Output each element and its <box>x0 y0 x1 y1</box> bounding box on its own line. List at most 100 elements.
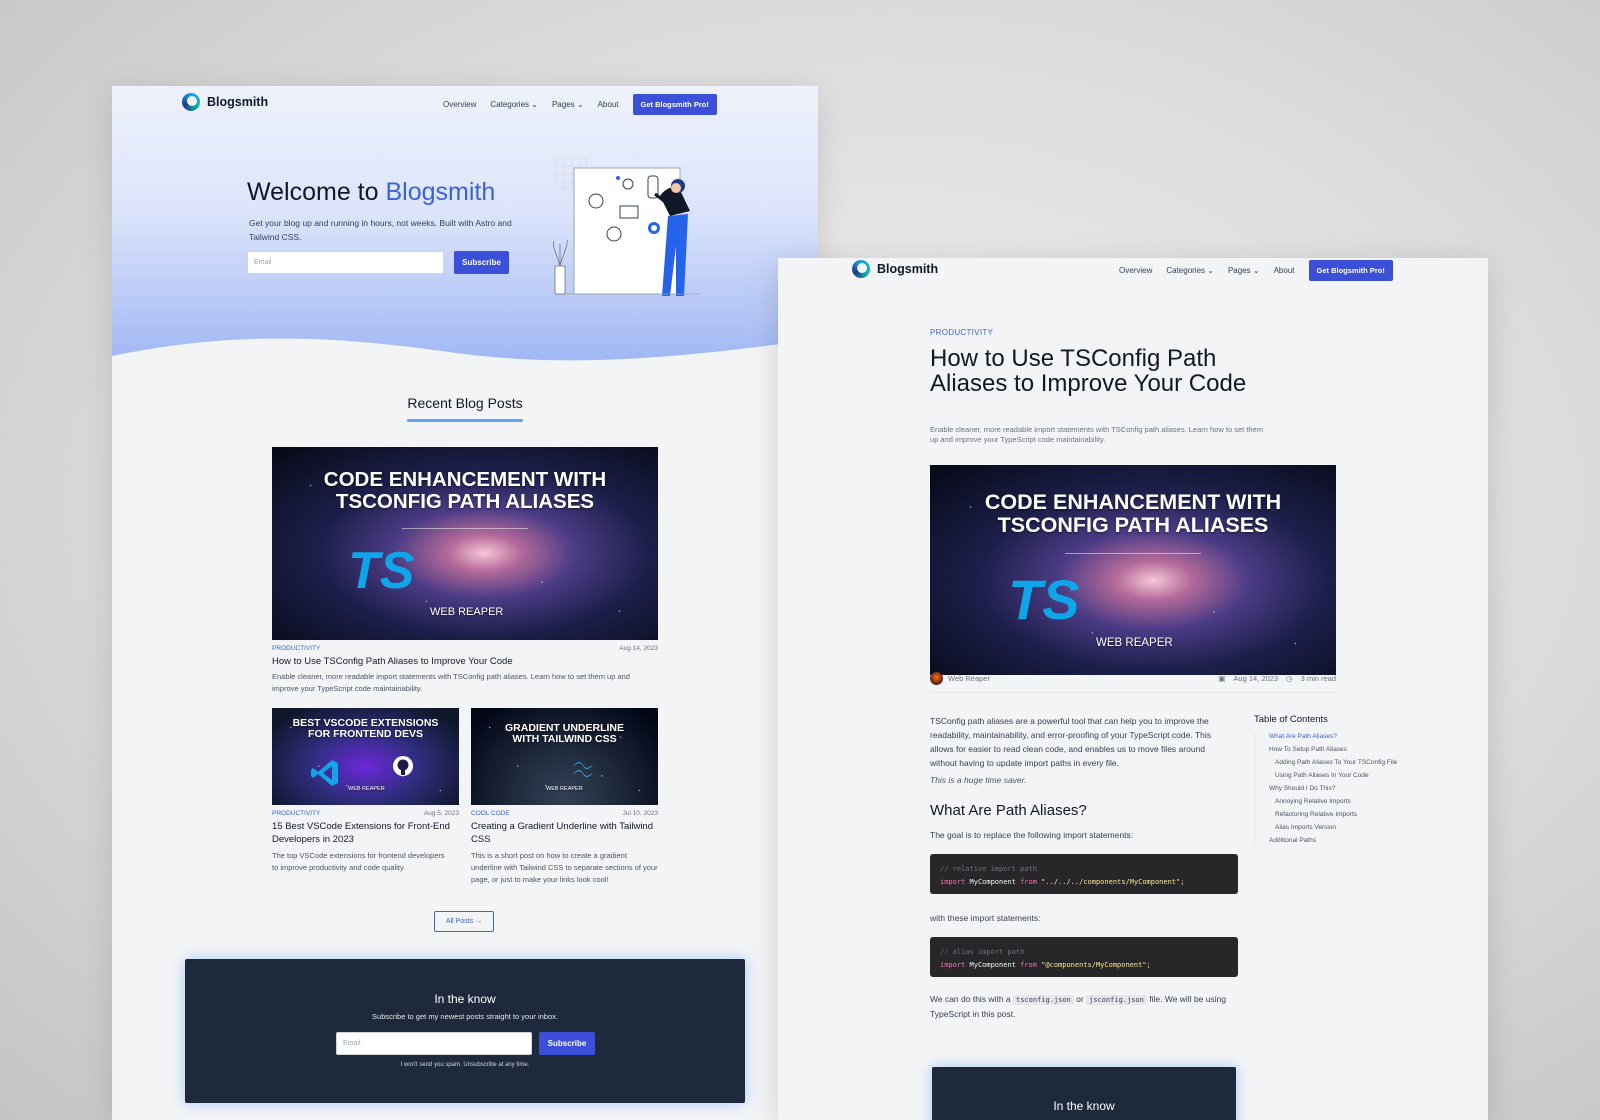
code-2-ident: MyComponent <box>969 961 1016 969</box>
post-with-text: with these import statements: <box>930 913 1041 923</box>
post-author[interactable]: Web Reaper <box>930 672 990 685</box>
post-card-1-meta: PRODUCTIVITY Aug 5, 2023 <box>272 810 459 817</box>
inline-code-jsconfig: jsconfig.json <box>1086 995 1147 1005</box>
recent-posts-title: Recent Blog Posts <box>407 395 523 411</box>
post-image-ts-logo: TS <box>1008 568 1080 631</box>
toc-item-refactoring-relative[interactable]: Refactoring Relative Imports <box>1269 811 1434 820</box>
post-config-text: We can do this with a tsconfig.json or j… <box>930 992 1232 1021</box>
code-2-import: import <box>940 961 966 969</box>
post-card-2-date: Jul 10, 2023 <box>622 810 658 817</box>
post-card-1-description: The top VSCode extensions for frontend d… <box>272 851 445 872</box>
toc-item-additional-paths[interactable]: Additional Paths <box>1269 837 1434 846</box>
code-2-from: from <box>1020 961 1037 969</box>
featured-description: Enable cleaner, more readable import sta… <box>272 672 630 693</box>
hero-subscribe-button[interactable]: Subscribe <box>454 251 509 274</box>
vscode-logo-icon <box>311 760 338 786</box>
featured-image-rule <box>402 528 528 529</box>
clock-icon: ◷ <box>1286 674 1293 683</box>
post-brand[interactable]: Blogsmith <box>852 260 938 278</box>
code-1-line: import MyComponent from "../../../compon… <box>940 876 1228 889</box>
featured-image-ts-logo: TS <box>348 542 415 600</box>
post-byline: Web Reaper ▣ Aug 14, 2023 ◷ 3 min read <box>930 672 1336 685</box>
post-card-2-title[interactable]: Creating a Gradient Underline with Tailw… <box>471 820 658 846</box>
nav-link-overview[interactable]: Overview <box>443 100 476 109</box>
featured-title[interactable]: How to Use TSConfig Path Aliases to Impr… <box>272 655 658 668</box>
post-card-2-image-author: WEB REAPER <box>546 786 583 792</box>
hero-subtitle: Get your blog up and running in hours, n… <box>249 218 512 242</box>
post-top-nav: Blogsmith Overview Categories Pages Abou… <box>778 258 1488 290</box>
post-image-rule <box>1065 553 1201 554</box>
code-block-relative: // relative import path import MyCompone… <box>930 854 1238 894</box>
code-block-alias: // alias import path import MyComponent … <box>930 937 1238 977</box>
post-goal-text: The goal is to replace the following imp… <box>930 830 1134 840</box>
code-1-from: from <box>1020 878 1037 886</box>
post-nav-link-categories[interactable]: Categories <box>1166 266 1214 275</box>
post-card-2-category[interactable]: COOL CODE <box>471 810 510 817</box>
recent-posts-underline <box>407 419 523 422</box>
toc-item-annoying-relative[interactable]: Annoying Relative Imports <box>1269 798 1434 807</box>
post-title: How to Use TSConfig Path Aliases to Impr… <box>930 345 1247 397</box>
post-card-1-title[interactable]: 15 Best VSCode Extensions for Front-End … <box>272 820 459 846</box>
brand[interactable]: Blogsmith <box>182 93 268 111</box>
post-card-2-description: This is a short post on how to create a … <box>471 851 658 884</box>
newsletter-title: In the know <box>434 992 496 1006</box>
post-config-text-1: We can do this with a <box>930 994 1013 1004</box>
toc-list: What Are Path Aliases? How To Setup Path… <box>1254 733 1434 846</box>
post-image-heading: CODE ENHANCEMENT WITH TSCONFIG PATH ALIA… <box>930 491 1336 536</box>
toc-item-why-should-i[interactable]: Why Should I Do This? <box>1269 785 1434 794</box>
post-category[interactable]: PRODUCTIVITY <box>930 328 993 337</box>
nav-link-about[interactable]: About <box>598 100 619 109</box>
post-page-screen: Blogsmith Overview Categories Pages Abou… <box>778 258 1488 1120</box>
post-image-heading-line2: TSCONFIG PATH ALIASES <box>997 512 1269 537</box>
nav-link-categories[interactable]: Categories <box>490 100 538 109</box>
featured-meta: PRODUCTIVITY Aug 14, 2023 <box>272 645 658 652</box>
post-card-1-image-heading: BEST VSCODE EXTENSIONS FOR FRONTEND DEVS <box>272 717 459 740</box>
nav-links: Overview Categories Pages About Get Blog… <box>443 94 717 115</box>
code-1-ident: MyComponent <box>969 878 1016 886</box>
post-hero-image: CODE ENHANCEMENT WITH TSCONFIG PATH ALIA… <box>930 465 1336 675</box>
post-date: Aug 14, 2023 <box>1233 674 1279 683</box>
post-card-1-image-author: WEB REAPER <box>348 786 385 792</box>
post-card-1-image[interactable]: BEST VSCODE EXTENSIONS FOR FRONTEND DEVS… <box>272 708 459 805</box>
post-image-author: WEB REAPER <box>1096 637 1173 649</box>
post-get-pro-button[interactable]: Get Blogsmith Pro! <box>1308 260 1393 281</box>
toc-item-how-to-setup[interactable]: How To Setup Path Aliases <box>1269 746 1434 755</box>
post-read-time: 3 min read <box>1300 674 1336 683</box>
featured-category[interactable]: PRODUCTIVITY <box>272 645 320 652</box>
hero-wave-divider <box>112 338 818 381</box>
hero-title-accent: Blogsmith <box>385 178 496 206</box>
toc-item-using-path-aliases[interactable]: Using Path Aliases In Your Code <box>1269 772 1434 781</box>
get-pro-button[interactable]: Get Blogsmith Pro! <box>632 94 717 115</box>
hero-title-prefix: Welcome to <box>247 178 386 206</box>
toc-title: Table of Contents <box>1254 714 1328 725</box>
post-nav-link-about[interactable]: About <box>1274 266 1295 275</box>
newsletter-subtitle: Subscribe to get my newest posts straigh… <box>372 1012 558 1021</box>
post-card-2-image-heading: GRADIENT UNDERLINE WITH TAILWIND CSS <box>471 722 658 745</box>
newsletter-note: I won't send you spam. Unsubscribe at an… <box>400 1062 530 1068</box>
post-nav-link-pages[interactable]: Pages <box>1228 266 1260 275</box>
newsletter-email-input[interactable]: Email <box>336 1032 532 1055</box>
featured-date: Aug 14, 2023 <box>619 645 658 652</box>
post-nav-link-overview[interactable]: Overview <box>1119 266 1152 275</box>
nav-link-pages[interactable]: Pages <box>552 100 584 109</box>
all-posts-button[interactable]: All Posts → <box>434 911 494 932</box>
post-newsletter-section: In the know <box>932 1067 1236 1120</box>
newsletter-section: In the know Subscribe to get my newest p… <box>185 959 745 1103</box>
toc-item-adding-path-aliases[interactable]: Adding Path Aliases To Your TSConfig Fil… <box>1269 759 1434 768</box>
home-page-screen: Blogsmith Overview Categories Pages Abou… <box>112 86 818 1120</box>
post-config-text-2: or <box>1073 994 1087 1004</box>
featured-post-image[interactable]: CODE ENHANCEMENT WITH TSCONFIG PATH ALIA… <box>272 447 658 640</box>
featured-image-heading: CODE ENHANCEMENT WITH TSCONFIG PATH ALIA… <box>272 469 658 512</box>
featured-image-heading-line2: TSCONFIG PATH ALIASES <box>335 489 595 513</box>
post-card-1-category[interactable]: PRODUCTIVITY <box>272 810 320 817</box>
hero-illustration <box>553 157 700 296</box>
toc-item-what-are-path-aliases[interactable]: What Are Path Aliases? <box>1269 733 1434 742</box>
code-2-comment: // alias import path <box>940 948 1025 956</box>
brand-logo-icon <box>182 93 200 111</box>
featured-image-heading-line1: CODE ENHANCEMENT WITH <box>323 468 607 491</box>
post-card-2-image[interactable]: GRADIENT UNDERLINE WITH TAILWIND CSS WEB… <box>471 708 658 805</box>
calendar-icon: ▣ <box>1218 674 1226 683</box>
toc-item-alias-imports[interactable]: Alias Imports Version <box>1269 824 1434 833</box>
hero-email-input[interactable]: Email <box>247 251 444 274</box>
newsletter-subscribe-button[interactable]: Subscribe <box>539 1032 595 1055</box>
